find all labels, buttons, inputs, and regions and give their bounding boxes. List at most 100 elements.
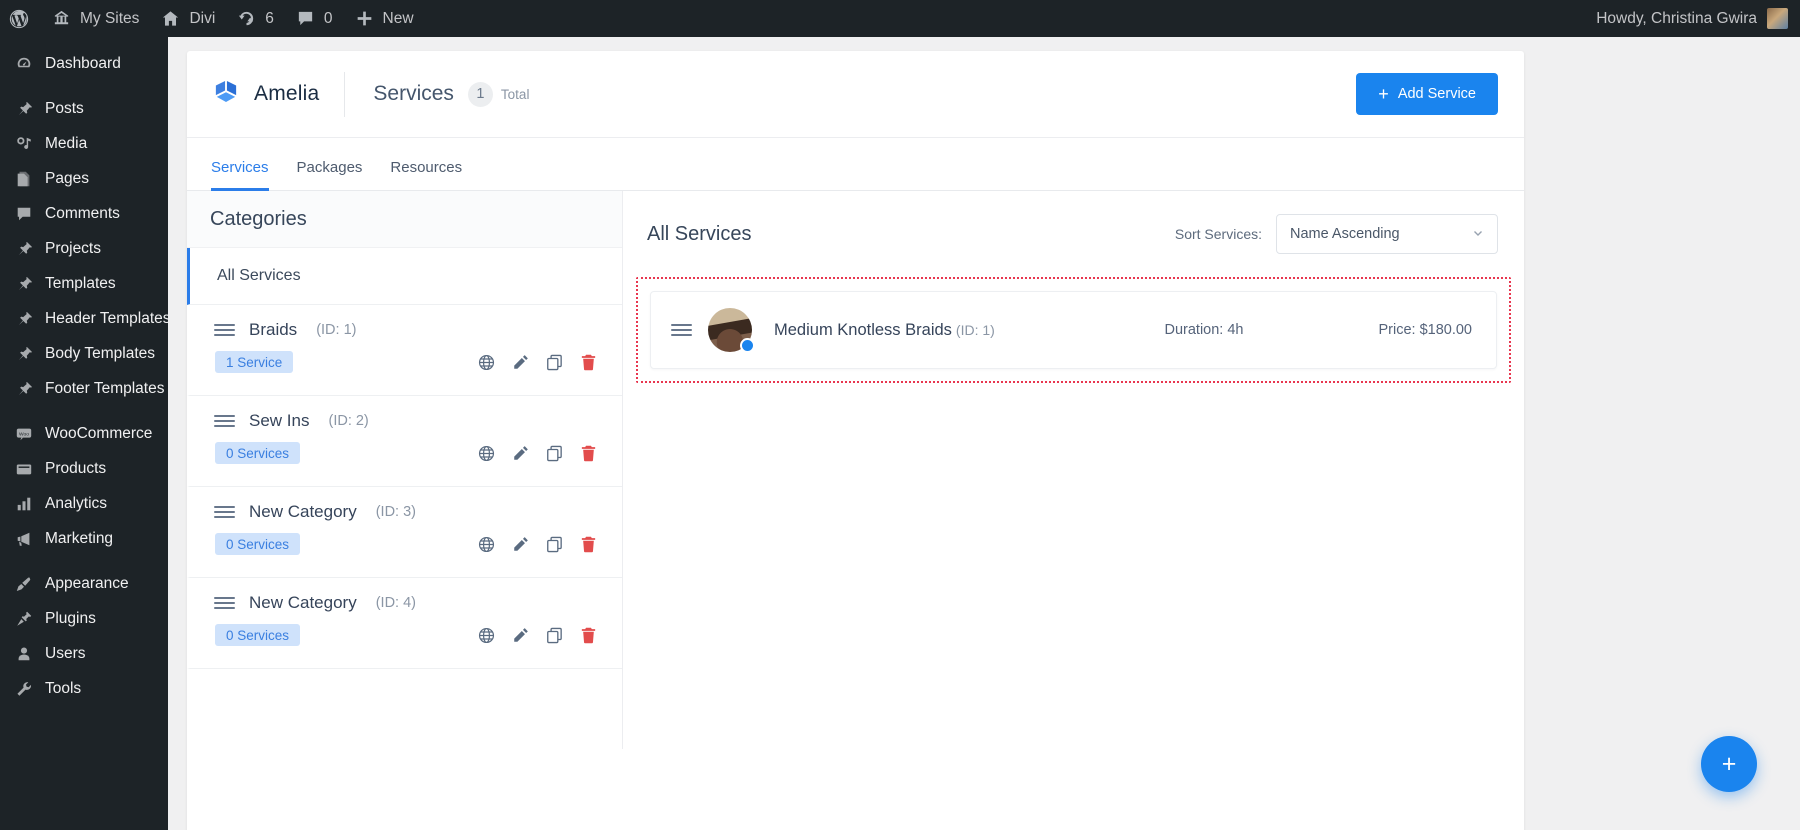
adminbar-comments-count: 0 bbox=[324, 10, 333, 28]
categories-heading: Categories bbox=[187, 191, 622, 248]
sidebar-item-dashboard[interactable]: Dashboard bbox=[0, 46, 168, 81]
sidebar-item-label: Comments bbox=[45, 205, 120, 223]
sidebar-item-label: Dashboard bbox=[45, 55, 121, 73]
sort-services-label: Sort Services: bbox=[1175, 226, 1262, 242]
category-row[interactable]: Sew Ins (ID: 2) 0 Services bbox=[187, 396, 622, 487]
trash-icon[interactable] bbox=[579, 535, 598, 554]
pin-icon bbox=[13, 343, 34, 364]
floating-add-button[interactable]: + bbox=[1701, 736, 1757, 792]
sidebar-item-marketing[interactable]: Marketing bbox=[0, 521, 168, 556]
duplicate-icon[interactable] bbox=[545, 444, 564, 463]
wordpress-logo-menu[interactable] bbox=[0, 0, 41, 37]
sidebar-item-products[interactable]: Products bbox=[0, 451, 168, 486]
category-row-header: New Category (ID: 3) bbox=[214, 502, 598, 522]
category-id: (ID: 4) bbox=[376, 595, 416, 611]
pencil-icon[interactable] bbox=[511, 444, 530, 463]
category-actions bbox=[477, 353, 598, 372]
category-id: (ID: 3) bbox=[376, 504, 416, 520]
service-highlight-region: Medium Knotless Braids (ID: 1) Duration:… bbox=[636, 277, 1511, 383]
category-service-count-badge: 0 Services bbox=[215, 533, 300, 555]
adminbar-new-label: New bbox=[383, 10, 414, 28]
drag-handle-icon[interactable] bbox=[214, 597, 235, 609]
sidebar-item-posts[interactable]: Posts bbox=[0, 91, 168, 126]
drag-handle-icon[interactable] bbox=[214, 324, 235, 336]
adminbar-updates[interactable]: 6 bbox=[226, 0, 285, 37]
adminbar-new[interactable]: New bbox=[344, 0, 425, 37]
sidebar-item-projects[interactable]: Projects bbox=[0, 231, 168, 266]
drag-handle-icon[interactable] bbox=[671, 324, 692, 336]
wp-admin-bar: My Sites Divi 6 0 bbox=[0, 0, 1800, 37]
globe-icon[interactable] bbox=[477, 626, 496, 645]
sidebar-item-users[interactable]: Users bbox=[0, 636, 168, 671]
wp-admin-sidebar: Dashboard Posts Media Pages Comments Pro… bbox=[0, 37, 168, 830]
sidebar-item-label: Products bbox=[45, 460, 106, 478]
sidebar-item-label: Projects bbox=[45, 240, 101, 258]
megaphone-icon bbox=[13, 528, 34, 549]
pencil-icon[interactable] bbox=[511, 353, 530, 372]
adminbar-updates-count: 6 bbox=[265, 10, 274, 28]
category-row[interactable]: New Category (ID: 3) 0 Services bbox=[187, 487, 622, 578]
sidebar-item-label: Posts bbox=[45, 100, 84, 118]
sidebar-item-header-templates[interactable]: Header Templates bbox=[0, 301, 168, 336]
tab-services[interactable]: Services bbox=[211, 159, 283, 190]
globe-icon[interactable] bbox=[477, 535, 496, 554]
adminbar-my-sites[interactable]: My Sites bbox=[41, 0, 150, 37]
trash-icon[interactable] bbox=[579, 353, 598, 372]
pencil-icon[interactable] bbox=[511, 535, 530, 554]
category-row-meta: 0 Services bbox=[214, 533, 598, 555]
trash-icon[interactable] bbox=[579, 444, 598, 463]
pencil-icon[interactable] bbox=[511, 626, 530, 645]
sidebar-item-media[interactable]: Media bbox=[0, 126, 168, 161]
analytics-icon bbox=[13, 493, 34, 514]
tab-resources[interactable]: Resources bbox=[376, 159, 476, 190]
trash-icon[interactable] bbox=[579, 626, 598, 645]
header-divider bbox=[344, 72, 345, 117]
amelia-body: Categories All Services Braids (ID: 1) 1… bbox=[187, 191, 1524, 749]
media-icon bbox=[13, 133, 34, 154]
category-row-meta: 0 Services bbox=[214, 624, 598, 646]
category-name: New Category bbox=[249, 502, 357, 522]
services-count-label: Total bbox=[501, 87, 530, 102]
adminbar-divi[interactable]: Divi bbox=[150, 0, 226, 37]
sidebar-separator bbox=[0, 81, 168, 91]
drag-handle-icon[interactable] bbox=[214, 415, 235, 427]
sort-services-select[interactable]: Name Ascending bbox=[1276, 214, 1498, 254]
service-avatar-wrap bbox=[708, 308, 752, 352]
adminbar-comments[interactable]: 0 bbox=[285, 0, 344, 37]
sidebar-item-tools[interactable]: Tools bbox=[0, 671, 168, 706]
adminbar-account[interactable]: Howdy, Christina Gwira bbox=[1596, 8, 1800, 29]
sidebar-item-plugins[interactable]: Plugins bbox=[0, 601, 168, 636]
user-icon bbox=[13, 643, 34, 664]
comment-bubble-icon bbox=[13, 203, 34, 224]
sidebar-item-footer-templates[interactable]: Footer Templates bbox=[0, 371, 168, 406]
drag-handle-icon[interactable] bbox=[214, 506, 235, 518]
sidebar-item-analytics[interactable]: Analytics bbox=[0, 486, 168, 521]
category-row[interactable]: New Category (ID: 4) 0 Services bbox=[187, 578, 622, 669]
sidebar-item-comments[interactable]: Comments bbox=[0, 196, 168, 231]
sidebar-item-pages[interactable]: Pages bbox=[0, 161, 168, 196]
plus-icon: + bbox=[1378, 85, 1389, 103]
tab-packages[interactable]: Packages bbox=[283, 159, 377, 190]
sidebar-item-templates[interactable]: Templates bbox=[0, 266, 168, 301]
sidebar-item-label: Plugins bbox=[45, 610, 96, 628]
sidebar-item-label: Pages bbox=[45, 170, 89, 188]
plus-icon: + bbox=[1722, 750, 1737, 779]
globe-icon[interactable] bbox=[477, 444, 496, 463]
duplicate-icon[interactable] bbox=[545, 626, 564, 645]
services-header: All Services Sort Services: Name Ascendi… bbox=[623, 191, 1524, 277]
sidebar-item-woocommerce[interactable]: Woo WooCommerce bbox=[0, 416, 168, 451]
amelia-brand-label: Amelia bbox=[254, 82, 319, 106]
services-heading: All Services bbox=[647, 223, 751, 246]
category-row[interactable]: Braids (ID: 1) 1 Service bbox=[187, 305, 622, 396]
category-row-header: Sew Ins (ID: 2) bbox=[214, 411, 598, 431]
service-row[interactable]: Medium Knotless Braids (ID: 1) Duration:… bbox=[650, 291, 1497, 369]
category-item-all-services[interactable]: All Services bbox=[187, 248, 622, 305]
duplicate-icon[interactable] bbox=[545, 353, 564, 372]
chevron-down-icon bbox=[1472, 227, 1484, 242]
sidebar-item-appearance[interactable]: Appearance bbox=[0, 566, 168, 601]
status-badge bbox=[740, 338, 755, 353]
sidebar-item-body-templates[interactable]: Body Templates bbox=[0, 336, 168, 371]
add-service-button[interactable]: + Add Service bbox=[1356, 73, 1498, 115]
duplicate-icon[interactable] bbox=[545, 535, 564, 554]
globe-icon[interactable] bbox=[477, 353, 496, 372]
